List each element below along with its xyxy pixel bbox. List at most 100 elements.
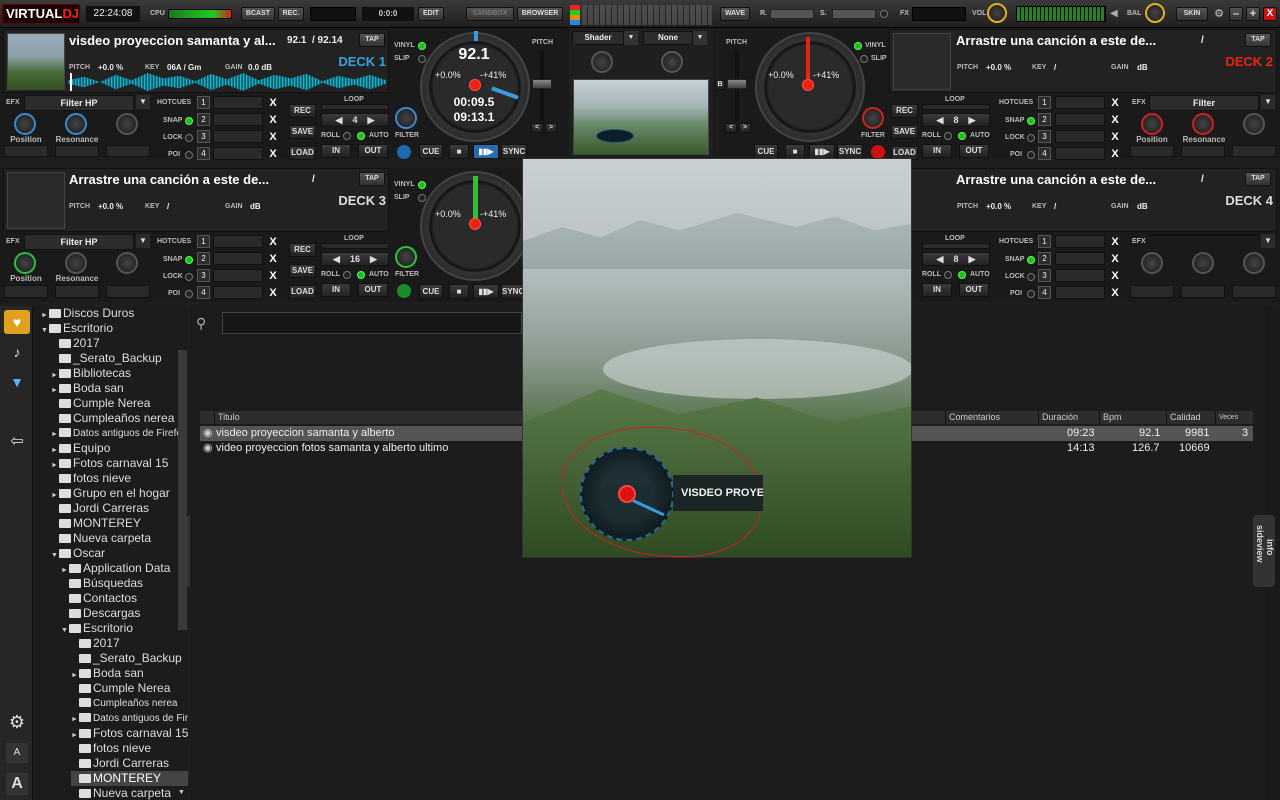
deck-4-poi-toggle[interactable] bbox=[1027, 290, 1035, 298]
deck-3-auto-toggle[interactable] bbox=[357, 271, 365, 279]
record-button[interactable]: REC. bbox=[278, 7, 304, 21]
deck-2-sync-icon[interactable] bbox=[871, 145, 885, 159]
deck-4-hotcue-delete-1[interactable]: X bbox=[1108, 235, 1122, 249]
deck-4-hotcue-delete-3[interactable]: X bbox=[1108, 269, 1122, 283]
deck-3-lock-toggle[interactable] bbox=[185, 273, 193, 281]
col-duracion[interactable]: Duración bbox=[1038, 411, 1098, 424]
deck-3-hotcue-delete-2[interactable]: X bbox=[266, 252, 280, 266]
deck-1-rec-button[interactable]: REC bbox=[289, 104, 316, 118]
deck-1-hotcue-4[interactable]: 4 bbox=[197, 147, 210, 160]
deck-2-snap-toggle[interactable] bbox=[1027, 117, 1035, 125]
col-bpm[interactable]: Bpm bbox=[1099, 411, 1165, 424]
deck-1-hotcue-slot-1[interactable] bbox=[213, 96, 263, 109]
browser-settings-icon[interactable]: ⚙ bbox=[4, 710, 30, 734]
deck-2-save-button[interactable]: SAVE bbox=[891, 125, 918, 139]
deck-3-play-pause-button[interactable]: ▮▮▶ bbox=[473, 284, 499, 299]
expanded-arrow-icon[interactable]: ▼ bbox=[51, 548, 59, 563]
deck-2-vinyl-toggle[interactable] bbox=[854, 42, 862, 50]
deck-4-hotcue-2[interactable]: 2 bbox=[1038, 252, 1051, 265]
deck-3-sync-icon[interactable] bbox=[397, 284, 411, 298]
deck-3-position-knob[interactable] bbox=[14, 252, 36, 274]
video-preview[interactable] bbox=[573, 79, 709, 155]
deck-3-vinyl-toggle[interactable] bbox=[418, 181, 426, 189]
deck-2-loop-size[interactable]: ◀ 8 ▶ bbox=[922, 113, 990, 127]
deck-1-hotcue-slot-3[interactable] bbox=[213, 130, 263, 143]
s-toggle[interactable] bbox=[880, 10, 888, 18]
deck-1-vinyl-toggle[interactable] bbox=[418, 42, 426, 50]
deck-2-effect-slot-1[interactable] bbox=[1130, 145, 1174, 157]
deck-3-hotcue-slot-2[interactable] bbox=[213, 252, 263, 265]
s-slider[interactable] bbox=[832, 9, 876, 19]
shader-dropdown-icon[interactable]: ▼ bbox=[624, 31, 638, 45]
search-input[interactable] bbox=[222, 312, 522, 334]
deck-4-hotcue-slot-4[interactable] bbox=[1055, 286, 1105, 299]
deck-4-lock-toggle[interactable] bbox=[1027, 273, 1035, 281]
deck-2-position-knob[interactable] bbox=[1141, 113, 1163, 135]
deck-4-hotcue-slot-3[interactable] bbox=[1055, 269, 1105, 282]
deck-1-sync-icon[interactable] bbox=[397, 145, 411, 159]
deck-3-save-button[interactable]: SAVE bbox=[289, 264, 316, 278]
close-icon[interactable]: X bbox=[1263, 7, 1277, 21]
deck-1-stop-button[interactable]: ■ bbox=[449, 144, 469, 159]
deck-3-effect-knob-3[interactable] bbox=[116, 252, 138, 274]
col-veces[interactable]: Veces bbox=[1215, 411, 1253, 424]
deck-4-effect-knob-2[interactable] bbox=[1192, 252, 1214, 274]
deck-2-loop-in-button[interactable]: IN bbox=[922, 144, 952, 158]
deck-2-slip-toggle[interactable] bbox=[860, 55, 868, 63]
deck-4-hotcue-delete-4[interactable]: X bbox=[1108, 286, 1122, 300]
tree-item[interactable]: ► Equipo bbox=[51, 441, 188, 456]
master-volume-knob[interactable] bbox=[987, 3, 1007, 23]
tree-item[interactable]: ► Application Data bbox=[61, 561, 188, 576]
tree-item[interactable]: ► Boda san bbox=[71, 666, 188, 681]
deck-3-hotcue-4[interactable]: 4 bbox=[197, 286, 210, 299]
deck-1-save-button[interactable]: SAVE bbox=[289, 125, 316, 139]
deck-1-tap-button[interactable]: TAP bbox=[359, 33, 385, 47]
deck-4-hotcue-4[interactable]: 4 bbox=[1038, 286, 1051, 299]
deck-1-hotcue-delete-1[interactable]: X bbox=[266, 96, 280, 110]
video-fx-knob[interactable] bbox=[661, 51, 683, 73]
deck-1-effect-slot-1[interactable] bbox=[4, 145, 48, 157]
deck-2-effect-knob-3[interactable] bbox=[1243, 113, 1265, 135]
deck-4-effect-select[interactable] bbox=[1149, 234, 1259, 236]
deck-4-tap-button[interactable]: TAP bbox=[1245, 172, 1271, 186]
tree-item[interactable]: _Serato_Backup bbox=[71, 651, 188, 666]
deck-4-effect-knob-3[interactable] bbox=[1243, 252, 1265, 274]
deck-1-hotcue-3[interactable]: 3 bbox=[197, 130, 210, 143]
tree-item[interactable]: ▼ Escritorio bbox=[41, 321, 188, 336]
deck-1-loop-in-button[interactable]: IN bbox=[321, 144, 351, 158]
deck-2-hotcue-slot-3[interactable] bbox=[1055, 130, 1105, 143]
deck-4-snap-toggle[interactable] bbox=[1027, 256, 1035, 264]
deck-1-filter-knob[interactable] bbox=[395, 107, 417, 129]
r-slider[interactable] bbox=[770, 9, 814, 19]
deck-1-effect-select[interactable]: Filter HP bbox=[24, 95, 134, 111]
tree-item[interactable]: ► Fotos carnaval 15 bbox=[51, 456, 188, 471]
tree-item[interactable]: ► Datos antiguos de Fire bbox=[71, 711, 188, 726]
deck-1-hotcue-delete-2[interactable]: X bbox=[266, 113, 280, 127]
skin-button[interactable]: SKIN bbox=[1176, 7, 1208, 21]
tree-item[interactable]: ► Bibliotecas bbox=[51, 366, 188, 381]
deck-4-hotcue-3[interactable]: 3 bbox=[1038, 269, 1051, 282]
video-fx-select[interactable]: None bbox=[643, 31, 693, 45]
deck-3-rec-button[interactable]: REC bbox=[289, 243, 316, 257]
deck-3-hotcue-delete-1[interactable]: X bbox=[266, 235, 280, 249]
deck-2-hotcue-slot-1[interactable] bbox=[1055, 96, 1105, 109]
font-size-small-button[interactable]: A bbox=[6, 743, 28, 763]
expanded-arrow-icon[interactable]: ▼ bbox=[61, 623, 69, 638]
deck-2-roll-toggle[interactable] bbox=[944, 132, 952, 140]
deck-3-load-button[interactable]: LOAD bbox=[289, 285, 316, 299]
deck-3-effect-select[interactable]: Filter HP bbox=[24, 234, 134, 250]
sandbox-button[interactable]: SANDBOX bbox=[466, 7, 514, 21]
deck-1-effect-slot-3[interactable] bbox=[106, 145, 150, 157]
sideview-tab[interactable]: sideview info bbox=[1253, 515, 1275, 587]
deck-1-effect-dropdown-icon[interactable]: ▼ bbox=[136, 95, 150, 109]
deck-4-effect-slot-3[interactable] bbox=[1232, 285, 1276, 298]
deck-2-loop-out-button[interactable]: OUT bbox=[959, 144, 989, 158]
tree-item[interactable]: 2017 bbox=[71, 636, 188, 651]
tree-item[interactable]: ► Discos Duros bbox=[41, 306, 188, 321]
deck-1-hotcue-slot-2[interactable] bbox=[213, 113, 263, 126]
tree-item[interactable]: ► Grupo en el hogar bbox=[51, 486, 188, 501]
deck-1-play-pause-button[interactable]: ▮▮▶ bbox=[473, 144, 499, 159]
settings-gear-icon[interactable]: ⚙ bbox=[1212, 7, 1226, 21]
deck-1-resonance-knob[interactable] bbox=[65, 113, 87, 135]
deck-3-loop-size[interactable]: ◀ 16 ▶ bbox=[321, 252, 389, 266]
